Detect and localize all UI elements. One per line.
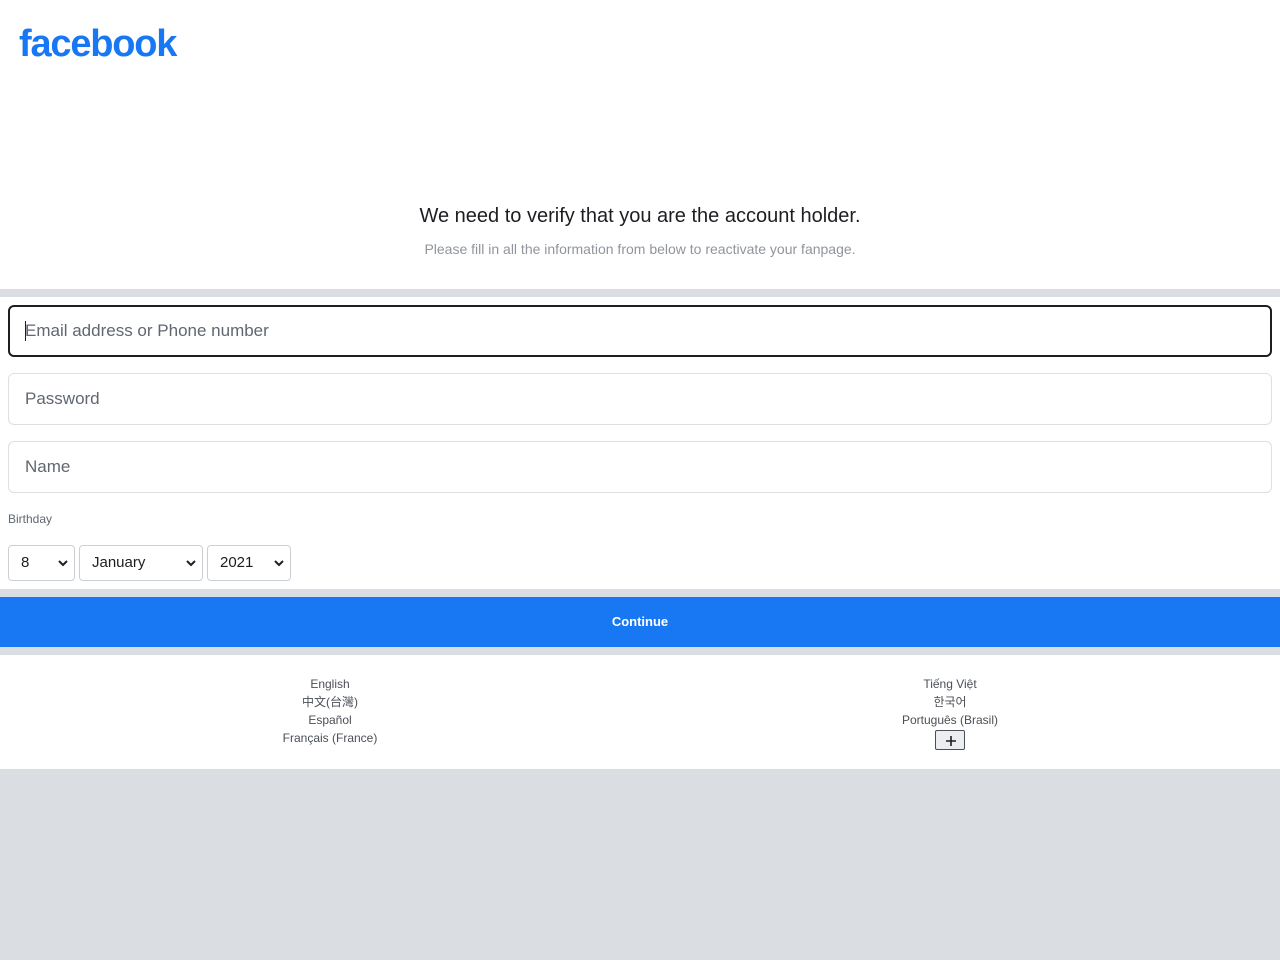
chevron-down-icon	[274, 560, 284, 567]
language-link-portuguese-brazil[interactable]: Português (Brasil)	[630, 711, 1270, 729]
birthday-month-select[interactable]: January	[79, 545, 203, 581]
facebook-logo[interactable]: facebook	[19, 22, 177, 66]
language-link-spanish[interactable]: Español	[10, 711, 650, 729]
chevron-down-icon	[58, 560, 68, 567]
language-link-korean[interactable]: 한국어	[630, 693, 1270, 711]
language-footer: English 中文(台灣) Español Français (France)…	[0, 655, 1280, 769]
birthday-month-value: January	[92, 554, 146, 571]
verification-form: Birthday 8 January 2021	[0, 297, 1280, 589]
language-link-vietnamese[interactable]: Tiếng Việt	[630, 675, 1270, 693]
divider	[0, 589, 1280, 597]
language-link-french[interactable]: Français (France)	[10, 729, 650, 747]
language-link-chinese-taiwan[interactable]: 中文(台灣)	[10, 693, 650, 711]
language-link-english[interactable]: English	[10, 675, 650, 693]
language-list-left: English 中文(台灣) Español Français (France)	[10, 675, 650, 747]
more-languages-button[interactable]	[935, 730, 965, 750]
name-input[interactable]	[8, 441, 1272, 493]
birthday-day-value: 8	[21, 554, 30, 571]
divider	[0, 289, 1280, 297]
chevron-down-icon	[186, 560, 196, 567]
text-caret	[25, 321, 26, 341]
divider	[0, 647, 1280, 655]
language-list-right: Tiếng Việt 한국어 Português (Brasil)	[630, 675, 1270, 755]
verify-heading: We need to verify that you are the accou…	[419, 205, 861, 227]
verify-subheading: Please fill in all the information from …	[424, 241, 856, 257]
header-area: facebook We need to verify that you are …	[0, 0, 1280, 289]
continue-button[interactable]: Continue	[0, 597, 1280, 647]
email-or-phone-input[interactable]	[8, 305, 1272, 357]
plus-icon	[946, 736, 956, 746]
birthday-year-value: 2021	[220, 554, 254, 571]
birthday-day-select[interactable]: 8	[8, 545, 75, 581]
password-input[interactable]	[8, 373, 1272, 425]
birthday-year-select[interactable]: 2021	[207, 545, 291, 581]
birthday-label: Birthday	[8, 512, 53, 526]
page: facebook We need to verify that you are …	[0, 0, 1280, 960]
